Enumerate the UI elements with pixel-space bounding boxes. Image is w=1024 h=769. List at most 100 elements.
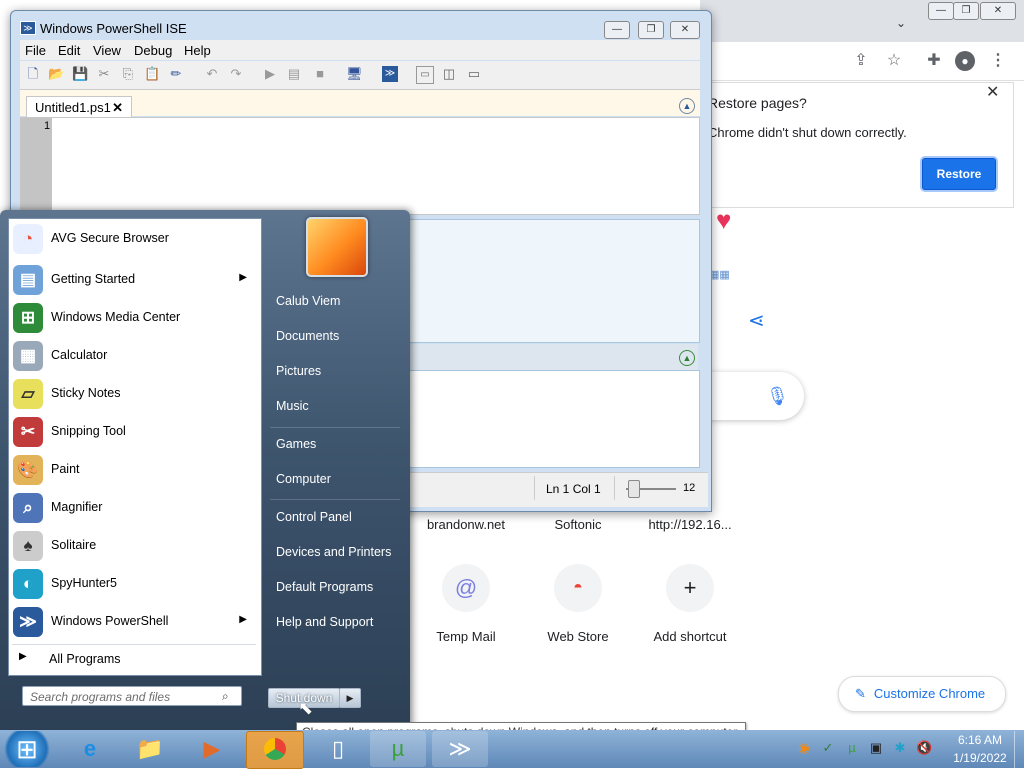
chrome-minimize-button[interactable]: — [928,2,954,20]
program-item[interactable]: ▦ Calculator [9,338,259,374]
utorrent-tray-icon[interactable]: µ [844,740,860,756]
microphone-icon[interactable]: 🎙 [766,386,789,407]
program-item[interactable]: ♠ Solitaire [9,528,259,564]
shortcut-web-store[interactable]: Web Store [518,629,638,644]
web-store-icon[interactable]: ◓ [554,564,602,612]
start-orb-windows-icon[interactable]: ⊞ [0,731,54,767]
menu-file[interactable]: File [25,43,46,58]
clear-console-icon[interactable]: ✏ [168,66,184,82]
program-item[interactable]: ▤ Getting Started ▶ [9,262,259,298]
start-link-devices-and-printers[interactable]: Devices and Printers [276,545,391,559]
volume-muted-icon[interactable]: 🔇 [916,740,932,756]
run-selection-icon[interactable]: ▤ [286,66,302,82]
chrome-maximize-button[interactable]: ❐ [953,2,979,20]
shortcut-label-3[interactable]: http://192.16... [630,517,750,532]
program-item[interactable]: ◐ SpyHunter5 [9,566,259,602]
customize-chrome-button[interactable]: ✎ Customize Chrome [838,676,1006,712]
menu-edit[interactable]: Edit [58,43,80,58]
all-programs-button[interactable]: ▶ All Programs [9,648,259,670]
clock-time[interactable]: 6:16 AM [940,733,1020,747]
menu-help[interactable]: Help [184,43,211,58]
save-icon[interactable]: 💾 [72,66,88,82]
ise-minimize-button[interactable]: — [604,21,630,39]
start-powershell-icon[interactable]: ≫ [382,66,398,82]
extensions-puzzle-icon[interactable]: ✚ [924,51,944,71]
ise-close-button[interactable]: ✕ [670,21,700,39]
at-icon[interactable]: @ [442,564,490,612]
spyhunter-tray-icon[interactable]: ✱ [892,740,908,756]
copy-icon[interactable]: ⎘ [120,66,136,82]
start-link-computer[interactable]: Computer [276,472,331,486]
layout-max-icon[interactable]: ▭ [466,66,482,82]
avg-tray-icon[interactable]: ◉ [796,740,812,756]
console-output-pane[interactable] [408,219,700,343]
shortcut-temp-mail[interactable]: Temp Mail [406,629,526,644]
kebab-menu-icon[interactable]: ⋮ [988,51,1008,71]
program-label: Snipping Tool [51,424,126,438]
layout-right-icon[interactable]: ◫ [441,66,457,82]
printer-tray-icon[interactable]: ▣ [868,740,884,756]
clock-date[interactable]: 1/19/2022 [940,751,1020,765]
chrome-close-button[interactable]: ✕ [980,2,1016,20]
new-file-icon[interactable]: 🗋 [25,66,41,82]
file-explorer-icon[interactable]: 📁 [122,731,178,767]
shortcut-label-1[interactable]: brandonw.net [406,517,526,532]
start-link-documents[interactable]: Documents [276,329,339,343]
collapse-pane-icon[interactable]: ▲ [679,98,695,114]
shutdown-options-arrow-icon[interactable]: ▶ [339,688,361,708]
menu-view[interactable]: View [93,43,121,58]
search-icon[interactable]: ⌕ [222,689,229,704]
start-link-games[interactable]: Games [276,437,316,451]
start-link-help-and-support[interactable]: Help and Support [276,615,373,629]
cut-icon[interactable]: ✂ [96,66,112,82]
share-doodle-icon[interactable]: ⋖ [748,308,765,333]
utorrent-icon[interactable]: µ [370,731,426,767]
script-editor[interactable] [20,117,700,215]
bookmark-star-icon[interactable]: ☆ [884,51,904,71]
internet-explorer-icon[interactable]: e [62,731,118,767]
zoom-slider-thumb[interactable] [628,480,640,498]
restore-button[interactable]: Restore [922,158,996,190]
profile-avatar-icon[interactable]: ● [955,51,975,71]
search-programs-input[interactable]: Search programs and files [22,686,242,706]
start-link-calub-viem[interactable]: Calub Viem [276,294,340,308]
ise-maximize-button[interactable]: ❐ [638,21,664,39]
show-desktop-button[interactable] [1014,731,1024,768]
blank-app-icon[interactable]: ▯ [310,731,366,767]
run-script-icon[interactable]: ▶ [262,66,278,82]
start-link-control-panel[interactable]: Control Panel [276,510,352,524]
paste-icon[interactable]: 📋 [144,66,160,82]
layout-top-icon[interactable]: ▭ [416,66,434,84]
program-item[interactable]: ⌕ Magnifier [9,490,259,526]
shortcut-add[interactable]: Add shortcut [630,629,750,644]
start-link-default-programs[interactable]: Default Programs [276,580,373,594]
share-icon[interactable]: ⇪ [851,51,871,71]
media-player-icon[interactable]: ▶ [184,731,240,767]
tab-untitled1[interactable]: Untitled1.ps1 ✕ [26,96,132,118]
program-item[interactable]: ≫ Windows PowerShell ▶ [9,604,259,640]
close-tab-icon[interactable]: ✕ [112,97,123,119]
start-link-pictures[interactable]: Pictures [276,364,321,378]
program-item[interactable]: ◔ AVG Secure Browser [9,221,259,257]
program-item[interactable]: ⊞ Windows Media Center [9,300,259,336]
start-link-music[interactable]: Music [276,399,309,413]
expand-pane-icon[interactable]: ▲ [679,350,695,366]
undo-icon[interactable]: ↶ [204,66,220,82]
program-item[interactable]: ✂ Snipping Tool [9,414,259,450]
tab-search-chevron-icon[interactable]: ⌄ [896,16,906,30]
close-icon[interactable]: ✕ [986,82,999,102]
open-folder-icon[interactable]: 📂 [48,66,64,82]
stop-icon[interactable]: ■ [312,66,328,82]
redo-icon[interactable]: ↷ [228,66,244,82]
remote-powershell-icon[interactable]: 🖥 [346,66,363,82]
menu-debug[interactable]: Debug [134,43,172,58]
console-input-pane[interactable] [408,370,700,468]
program-item[interactable]: 🎨 Paint [9,452,259,488]
program-item[interactable]: ▱ Sticky Notes [9,376,259,412]
user-picture[interactable] [306,217,368,277]
security-tray-icon[interactable]: ✓ [820,740,836,756]
shortcut-label-2[interactable]: Softonic [518,517,638,532]
plus-icon[interactable]: + [666,564,714,612]
powershell-taskbar-icon[interactable]: ≫ [432,731,488,767]
chrome-taskbar-icon[interactable] [246,731,304,769]
